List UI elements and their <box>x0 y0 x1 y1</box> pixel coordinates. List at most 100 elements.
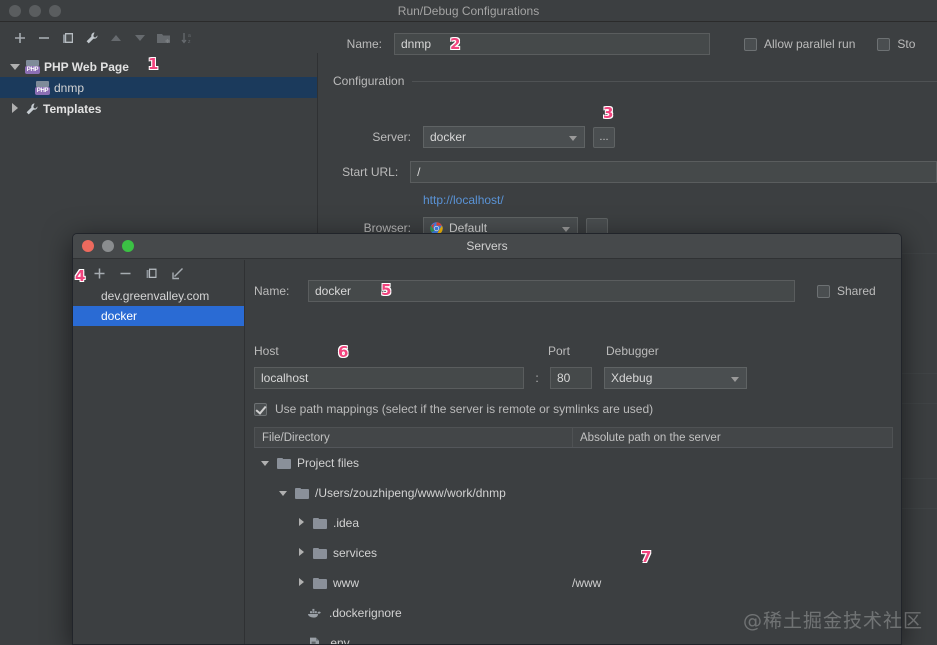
debugger-label: Debugger <box>606 344 659 358</box>
store-as-project-file-checkbox[interactable]: Sto <box>877 37 915 51</box>
chevron-down-icon <box>731 377 739 382</box>
host-label: Host <box>254 344 279 358</box>
host-row: localhost : 80 Xdebug <box>246 367 747 389</box>
file-label: www <box>333 576 359 590</box>
allow-parallel-run-checkbox[interactable]: Allow parallel run <box>744 37 855 51</box>
table-row[interactable]: .dockerignore <box>254 598 893 628</box>
move-down-button[interactable] <box>132 30 148 46</box>
remove-button[interactable] <box>36 30 52 46</box>
main-titlebar: Run/Debug Configurations <box>0 0 937 22</box>
port-separator: : <box>524 371 550 385</box>
folder-icon <box>277 458 291 469</box>
folder-add-icon[interactable] <box>156 30 172 46</box>
chevron-down-icon[interactable] <box>261 458 271 468</box>
file-label: services <box>333 546 377 560</box>
port-input[interactable]: 80 <box>550 367 592 389</box>
resolved-url-link[interactable]: http://localhost/ <box>423 193 504 207</box>
servers-list-panel: dev.greenvalley.com docker <box>73 260 245 644</box>
host-input[interactable]: localhost <box>254 367 524 389</box>
copy-configuration-button[interactable] <box>60 30 76 46</box>
import-icon[interactable] <box>169 265 185 281</box>
server-list-item-selected[interactable]: docker <box>73 306 244 326</box>
server-label: Server: <box>319 130 411 144</box>
table-header-row: File/Directory Absolute path on the serv… <box>254 427 893 448</box>
checkbox-box[interactable] <box>744 38 757 51</box>
store-as-project-file-label: Sto <box>897 37 915 51</box>
file-label: /Users/zouzhipeng/www/work/dnmp <box>315 486 506 500</box>
wrench-icon[interactable] <box>84 30 100 46</box>
main-window-title: Run/Debug Configurations <box>0 0 937 22</box>
chevron-down-icon[interactable] <box>279 488 289 498</box>
use-path-mappings-label: Use path mappings (select if the server … <box>275 402 653 416</box>
shared-label: Shared <box>837 284 876 298</box>
minimize-button[interactable] <box>29 5 41 17</box>
folder-icon <box>313 518 327 529</box>
tree-node-php-web-page[interactable]: PHP PHP Web Page <box>0 56 317 77</box>
configuration-group-legend: Configuration <box>333 74 937 88</box>
allow-parallel-run-label: Allow parallel run <box>764 37 855 51</box>
server-browse-button[interactable]: ... <box>593 127 615 148</box>
folder-icon <box>295 488 309 499</box>
name-label: Name: <box>319 37 382 51</box>
minimize-button[interactable] <box>102 240 114 252</box>
chevron-down-icon <box>569 136 577 141</box>
chevron-down-icon[interactable] <box>10 61 21 72</box>
zoom-button[interactable] <box>49 5 61 17</box>
use-path-mappings-checkbox[interactable]: Use path mappings (select if the server … <box>254 402 653 416</box>
server-list-item[interactable]: dev.greenvalley.com <box>73 286 244 306</box>
server-dropdown[interactable]: docker <box>423 126 585 148</box>
table-row[interactable]: .idea <box>254 508 893 538</box>
copy-server-button[interactable] <box>143 265 159 281</box>
chevron-down-icon <box>562 227 570 232</box>
group-divider <box>412 81 937 82</box>
checkbox-box[interactable] <box>817 285 830 298</box>
name-input[interactable]: dnmp <box>394 33 710 55</box>
close-button[interactable] <box>82 240 94 252</box>
tree-node-label: Templates <box>43 102 101 116</box>
chevron-right-icon[interactable] <box>10 103 21 114</box>
mapped-path: /www <box>572 576 601 590</box>
folder-icon <box>313 548 327 559</box>
svg-text:z: z <box>188 39 191 45</box>
chevron-right-icon[interactable] <box>297 578 307 588</box>
add-button[interactable] <box>12 30 28 46</box>
servers-dialog: Servers dev <box>72 233 902 645</box>
servers-window-controls[interactable] <box>73 240 134 252</box>
servers-list-toolbar[interactable] <box>73 260 244 286</box>
add-server-button[interactable] <box>91 265 107 281</box>
move-up-button[interactable] <box>108 30 124 46</box>
table-row[interactable]: Project files <box>254 448 893 478</box>
debugger-dropdown[interactable]: Xdebug <box>604 367 747 389</box>
servers-dialog-title: Servers <box>73 234 901 259</box>
main-window-controls[interactable] <box>0 5 61 17</box>
close-button[interactable] <box>9 5 21 17</box>
tree-node-templates[interactable]: Templates <box>0 98 317 119</box>
file-label: .idea <box>333 516 359 530</box>
checkbox-box-checked[interactable] <box>254 403 267 416</box>
table-row[interactable]: .env <box>254 628 893 645</box>
tree-node-dnmp[interactable]: PHP dnmp <box>0 77 317 98</box>
start-url-input[interactable]: / <box>410 161 937 183</box>
sort-az-icon[interactable]: a z <box>180 30 196 46</box>
folder-icon <box>313 578 327 589</box>
path-mappings-table[interactable]: File/Directory Absolute path on the serv… <box>254 427 893 644</box>
server-detail-panel: Name: docker Shared Host Port Debugger l… <box>246 260 901 644</box>
docker-whale-icon <box>307 607 322 619</box>
remove-server-button[interactable] <box>117 265 133 281</box>
name-row: Name: dnmp Allow parallel run Sto <box>319 33 937 55</box>
debugger-dropdown-value: Xdebug <box>611 371 652 385</box>
table-row[interactable]: /Users/zouzhipeng/www/work/dnmp <box>254 478 893 508</box>
checkbox-box[interactable] <box>877 38 890 51</box>
chevron-right-icon[interactable] <box>297 518 307 528</box>
column-header-file-directory: File/Directory <box>255 428 573 447</box>
configurations-toolbar[interactable]: a z <box>0 23 318 53</box>
zoom-button[interactable] <box>122 240 134 252</box>
table-row[interactable]: services <box>254 538 893 568</box>
server-row: Server: docker ... <box>319 126 615 148</box>
table-row[interactable]: www /www <box>254 568 893 598</box>
server-name-input[interactable]: docker <box>308 280 795 302</box>
start-url-label: Start URL: <box>319 165 398 179</box>
shared-checkbox[interactable]: Shared <box>817 284 876 298</box>
wrench-icon <box>25 102 39 116</box>
chevron-right-icon[interactable] <box>297 548 307 558</box>
